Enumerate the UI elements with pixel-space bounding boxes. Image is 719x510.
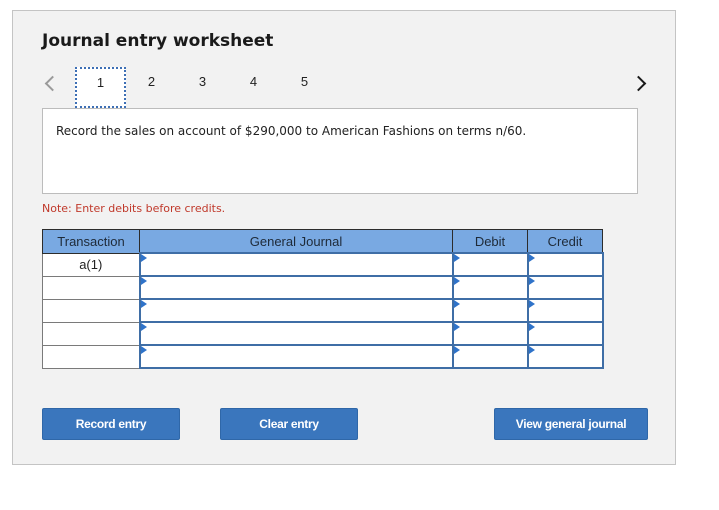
credit-input[interactable] (528, 346, 602, 367)
previous-entry-button[interactable] (43, 71, 61, 95)
journal-worksheet-panel: Journal entry worksheet 1 2 3 4 5 Record… (12, 10, 676, 465)
transaction-cell (42, 321, 140, 346)
dropdown-flag-icon (140, 323, 147, 331)
instruction-text: Record the sales on account of $290,000 … (56, 124, 527, 138)
debit-cell[interactable] (451, 252, 529, 277)
credit-input[interactable] (528, 277, 602, 298)
debit-input[interactable] (453, 323, 527, 344)
credit-input[interactable] (528, 300, 602, 321)
input-flag-icon (453, 346, 460, 354)
next-entry-button[interactable] (630, 71, 647, 95)
debit-credit-note: Note: Enter debits before credits. (42, 202, 226, 215)
debit-input[interactable] (453, 277, 527, 298)
input-flag-icon (528, 300, 535, 308)
credit-cell[interactable] (526, 275, 604, 300)
credit-cell[interactable] (526, 344, 604, 369)
account-cell[interactable] (138, 252, 454, 277)
dropdown-flag-icon (140, 346, 147, 354)
input-flag-icon (528, 346, 535, 354)
chevron-left-icon (44, 75, 61, 92)
account-input[interactable] (140, 346, 452, 367)
input-flag-icon (528, 323, 535, 331)
input-flag-icon (453, 277, 460, 285)
transaction-cell (42, 275, 140, 300)
credit-cell[interactable] (526, 298, 604, 323)
tab-entry-3[interactable]: 3 (177, 67, 228, 107)
tab-entry-4[interactable]: 4 (228, 67, 279, 107)
table-row (42, 321, 604, 346)
view-general-journal-button[interactable]: View general journal (494, 408, 648, 440)
credit-input[interactable] (528, 254, 602, 275)
table-row (42, 344, 604, 369)
account-cell[interactable] (138, 321, 454, 346)
tab-entry-2[interactable]: 2 (126, 67, 177, 107)
input-flag-icon (528, 254, 535, 262)
account-cell[interactable] (138, 298, 454, 323)
transaction-cell: a(1) (42, 252, 140, 277)
input-flag-icon (453, 300, 460, 308)
page-title: Journal entry worksheet (42, 31, 274, 51)
dropdown-flag-icon (140, 277, 147, 285)
column-header-debit: Debit (452, 229, 528, 254)
account-input[interactable] (140, 254, 452, 275)
debit-input[interactable] (453, 346, 527, 367)
debit-input[interactable] (453, 254, 527, 275)
input-flag-icon (528, 277, 535, 285)
chevron-right-icon (630, 75, 647, 92)
instruction-box: Record the sales on account of $290,000 … (42, 108, 638, 194)
column-header-general-journal: General Journal (139, 229, 453, 254)
table-row (42, 275, 604, 300)
credit-cell[interactable] (526, 252, 604, 277)
account-input[interactable] (140, 323, 452, 344)
account-cell[interactable] (138, 344, 454, 369)
debit-cell[interactable] (451, 321, 529, 346)
dropdown-flag-icon (140, 254, 147, 262)
column-header-credit: Credit (527, 229, 603, 254)
account-cell[interactable] (138, 275, 454, 300)
table-row: a(1) (42, 252, 604, 277)
column-header-transaction: Transaction (42, 229, 140, 254)
tab-entry-5[interactable]: 5 (279, 67, 330, 107)
transaction-cell (42, 344, 140, 369)
debit-cell[interactable] (451, 344, 529, 369)
entry-tabs: 1 2 3 4 5 (75, 67, 330, 108)
journal-entry-table: Transaction General Journal Debit Credit… (42, 229, 604, 369)
transaction-cell (42, 298, 140, 323)
table-row (42, 298, 604, 323)
input-flag-icon (453, 323, 460, 331)
tab-entry-1[interactable]: 1 (75, 67, 126, 108)
account-input[interactable] (140, 277, 452, 298)
table-header-row: Transaction General Journal Debit Credit (42, 229, 603, 254)
account-input[interactable] (140, 300, 452, 321)
debit-cell[interactable] (451, 298, 529, 323)
debit-cell[interactable] (451, 275, 529, 300)
dropdown-flag-icon (140, 300, 147, 308)
clear-entry-button[interactable]: Clear entry (220, 408, 358, 440)
credit-input[interactable] (528, 323, 602, 344)
debit-input[interactable] (453, 300, 527, 321)
input-flag-icon (453, 254, 460, 262)
record-entry-button[interactable]: Record entry (42, 408, 180, 440)
credit-cell[interactable] (526, 321, 604, 346)
